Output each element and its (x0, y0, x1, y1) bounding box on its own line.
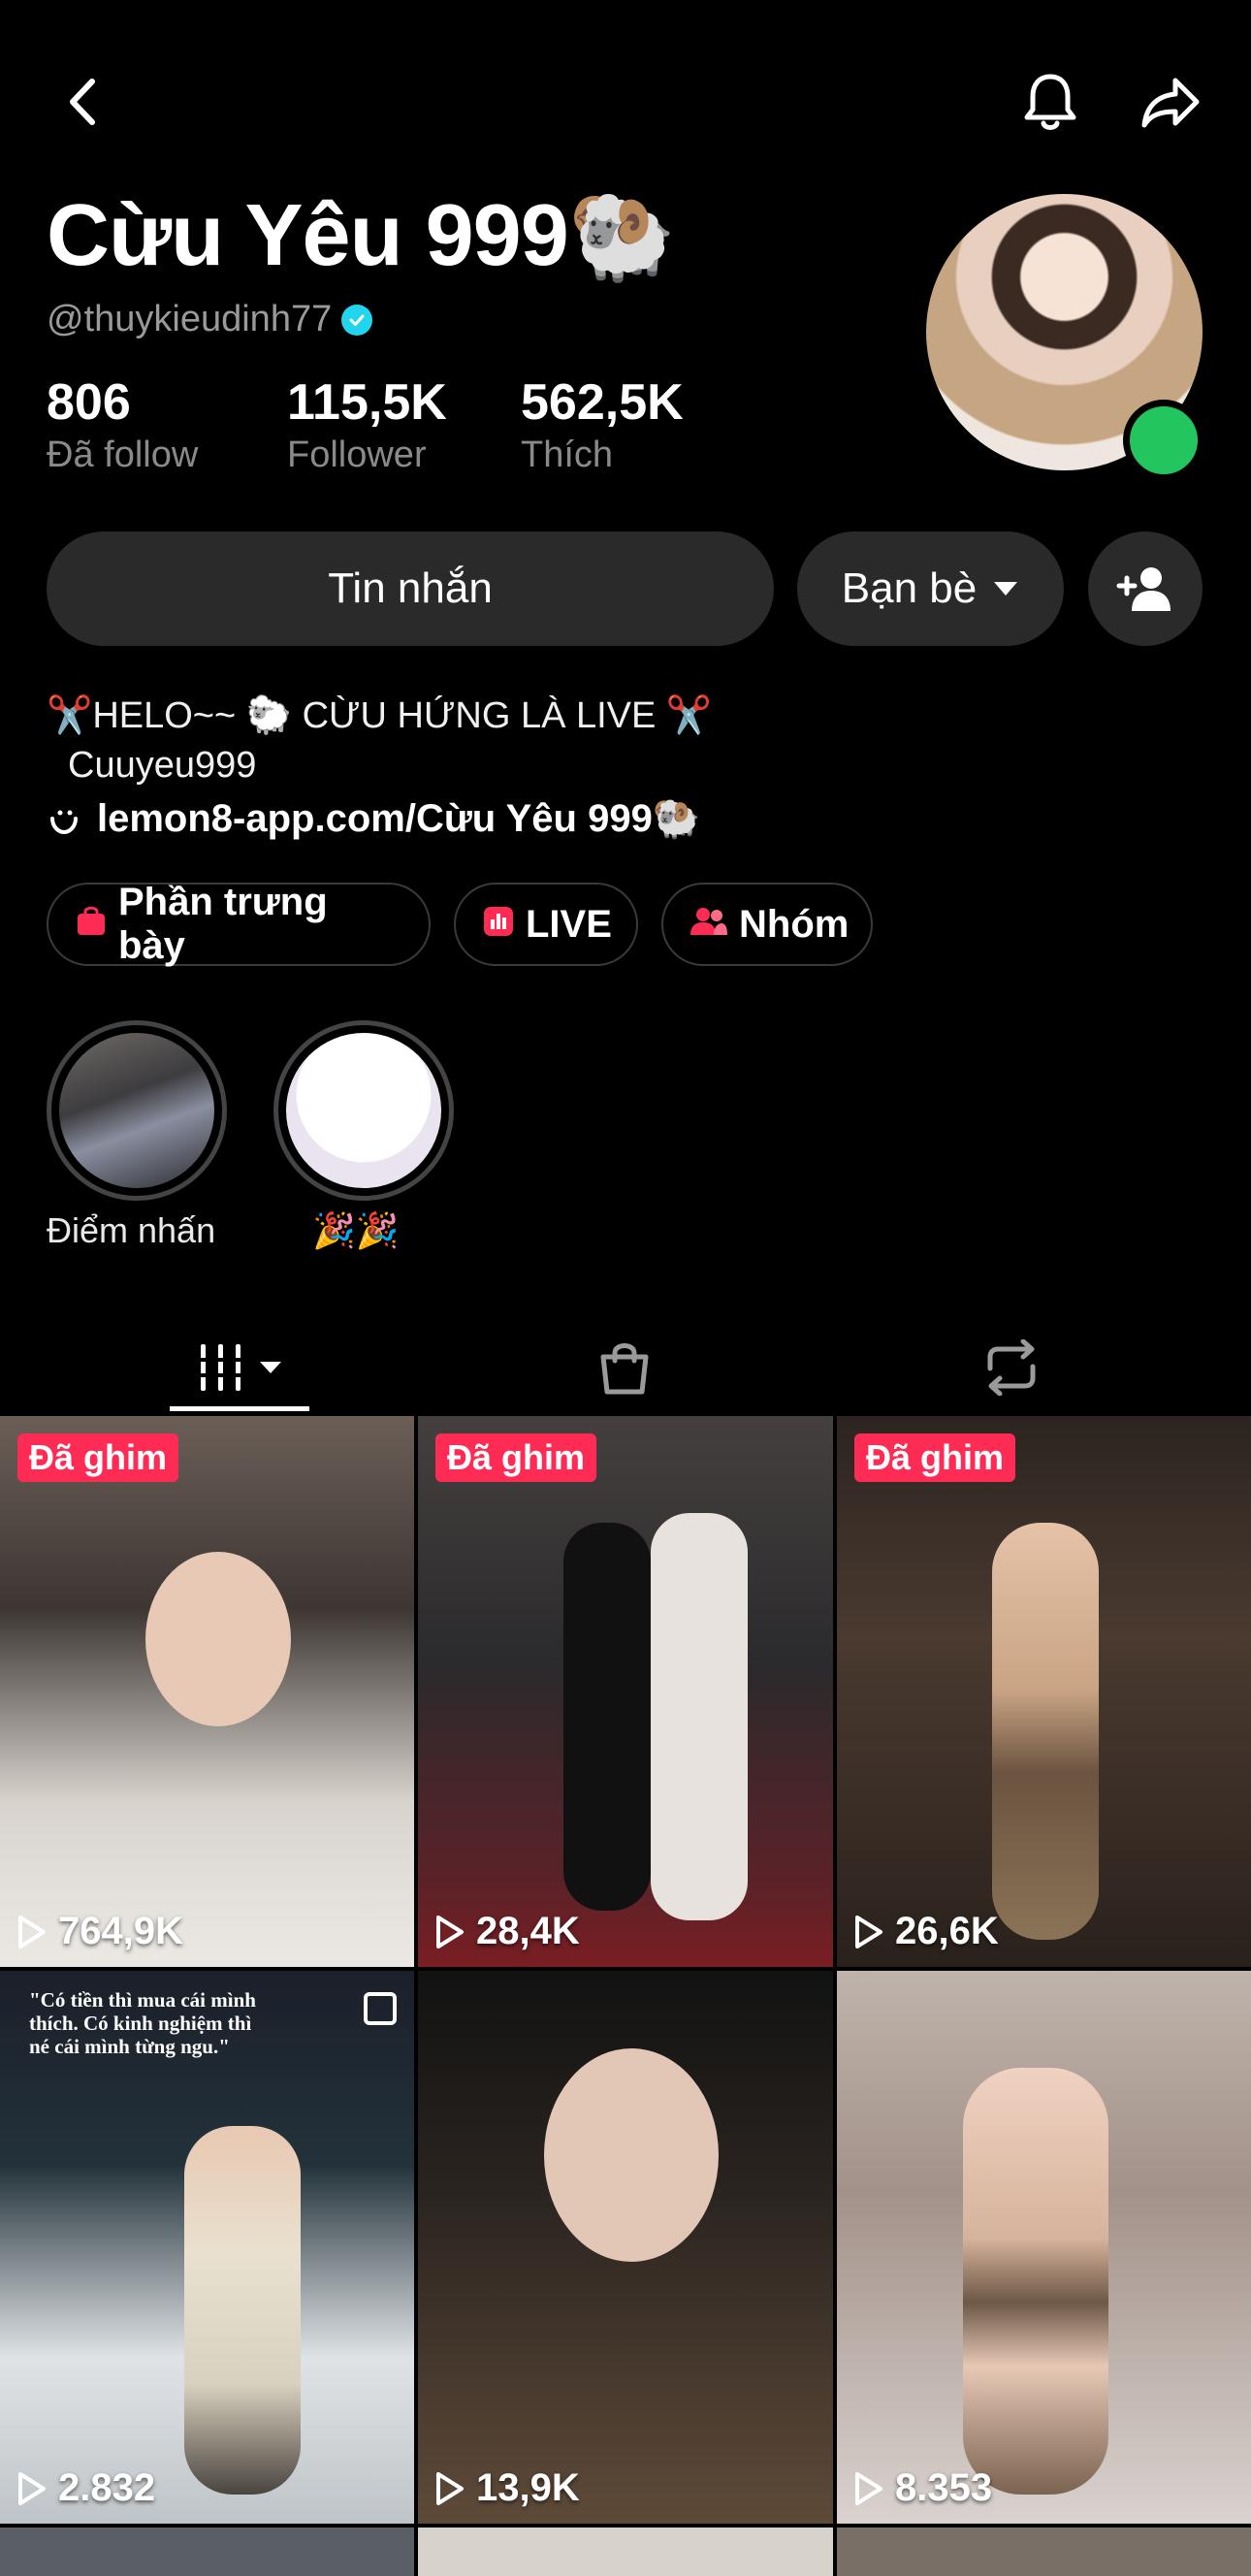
video-caption: "Có tiền thì mua cái mình thích. Có kinh… (29, 1988, 256, 2058)
video-tile[interactable]: 13,9K (418, 1971, 833, 2524)
video-tile[interactable]: Đã ghim 764,9K (0, 1416, 414, 1967)
stat-label: Follower (287, 435, 427, 475)
profile-handle: @thuykieudinh77 (47, 299, 333, 339)
message-button[interactable]: Tin nhắn (47, 531, 774, 646)
video-thumbnail-shape (963, 2068, 1108, 2495)
video-thumbnail-shape (145, 1552, 291, 1726)
video-thumbnail-shape (992, 1523, 1099, 1940)
shopping-bag-icon (76, 903, 107, 947)
play-icon (436, 2471, 464, 2505)
share-arrow-icon (1141, 78, 1200, 128)
tab-videos[interactable] (170, 1319, 309, 1416)
view-count-text: 26,6K (895, 1910, 999, 1952)
view-count: 28,4K (435, 1910, 580, 1953)
pill-label: LIVE (526, 902, 612, 946)
stat-likes[interactable]: 562,5K Thích (521, 373, 684, 478)
play-icon (855, 1915, 882, 1948)
caret-down-icon (994, 582, 1018, 596)
share-button[interactable] (1137, 68, 1204, 136)
video-tile[interactable]: "Có tiền thì mua cái mình thích. Có kinh… (0, 1971, 414, 2524)
bio-link-text: lemon8-app.com/Cừu Yêu 999🐏 (97, 797, 701, 840)
view-count-text: 13,9K (476, 2466, 580, 2509)
stat-value: 562,5K (521, 374, 684, 431)
bell-icon (1024, 74, 1076, 130)
pinned-badge: Đã ghim (435, 1433, 597, 1482)
video-tile[interactable] (0, 2528, 414, 2576)
pill-label: Phần trưng bày (118, 881, 328, 967)
verified-badge-icon (341, 304, 373, 336)
highlight-thumbnail (286, 1033, 441, 1188)
video-tile[interactable] (418, 2528, 833, 2576)
repost-icon (987, 1339, 1036, 1396)
bio-link[interactable]: lemon8-app.com/Cừu Yêu 999🐏 (47, 795, 701, 841)
video-thumbnail-shape (184, 2126, 301, 2495)
view-count-text: 8.353 (895, 2466, 993, 2509)
message-button-label: Tin nhắn (328, 564, 493, 612)
add-user-icon (1116, 567, 1171, 611)
chevron-left-icon (70, 79, 95, 125)
play-icon (436, 1915, 464, 1948)
video-tile[interactable]: Đã ghim 26,6K (837, 1416, 1251, 1967)
active-tab-indicator (170, 1406, 309, 1411)
play-icon (18, 2471, 46, 2505)
notifications-button[interactable] (1016, 68, 1084, 136)
highlight-story[interactable] (273, 1020, 454, 1201)
stat-label: Thích (521, 435, 614, 475)
view-count: 764,9K (17, 1910, 183, 1953)
pinned-badge: Đã ghim (17, 1433, 179, 1482)
stat-followers[interactable]: 115,5K Follower (287, 373, 447, 478)
view-count: 13,9K (435, 2466, 580, 2510)
view-count: 2.832 (17, 2466, 155, 2510)
view-count: 8.353 (854, 2466, 992, 2510)
link-icon (50, 810, 78, 834)
tab-shop[interactable] (576, 1319, 673, 1416)
pill-group[interactable]: Nhóm (661, 883, 873, 966)
stat-value: 115,5K (287, 374, 447, 431)
stat-label: Đã follow (47, 435, 199, 475)
bio-line-2: Cuuyeu999 (68, 745, 257, 786)
caret-down-icon (260, 1362, 281, 1373)
group-icon (690, 903, 727, 947)
video-thumbnail-shape (544, 2048, 719, 2262)
videos-grid-icon (197, 1344, 245, 1391)
highlight-thumbnail (59, 1033, 214, 1188)
shop-bag-icon (600, 1343, 649, 1395)
stat-value: 806 (47, 374, 131, 431)
view-count-text: 2.832 (58, 2466, 156, 2509)
highlight-label: 🎉🎉 (312, 1210, 400, 1250)
profile-handle-row: @thuykieudinh77 (47, 299, 373, 340)
add-friend-button[interactable] (1088, 531, 1203, 646)
video-tile[interactable] (837, 2528, 1251, 2576)
video-thumbnail-shape (563, 1523, 651, 1911)
stat-following[interactable]: 806 Đã follow (47, 373, 198, 478)
live-icon (483, 903, 514, 947)
video-tile[interactable]: Đã ghim 28,4K (418, 1416, 833, 1967)
video-tile[interactable]: 8.353 (837, 1971, 1251, 2524)
view-count: 26,6K (854, 1910, 999, 1953)
view-count-text: 28,4K (476, 1910, 580, 1952)
bio-line-1: ✂️HELO~~ 🐑 CỪU HỨNG LÀ LIVE ✂️ (47, 695, 713, 736)
pill-label: Nhóm (739, 902, 850, 946)
tab-reposts[interactable] (963, 1319, 1060, 1416)
pill-live[interactable]: LIVE (454, 883, 638, 966)
pill-showcase[interactable]: Phần trưng bày (47, 881, 431, 967)
friends-button-label: Bạn bè (841, 564, 978, 612)
multi-image-icon (364, 1992, 397, 2025)
pinned-badge: Đã ghim (854, 1433, 1016, 1482)
play-icon (18, 1915, 46, 1948)
highlight-label: Điểm nhấn (47, 1210, 216, 1250)
highlight-story[interactable] (47, 1020, 227, 1201)
online-status-dot (1123, 400, 1204, 481)
profile-display-name: Cừu Yêu 999🐏 (47, 187, 677, 284)
view-count-text: 764,9K (58, 1910, 183, 1952)
video-thumbnail-shape (651, 1513, 748, 1920)
back-button[interactable] (48, 68, 116, 136)
friends-dropdown-button[interactable]: Bạn bè (797, 531, 1064, 646)
play-icon (855, 2471, 882, 2505)
